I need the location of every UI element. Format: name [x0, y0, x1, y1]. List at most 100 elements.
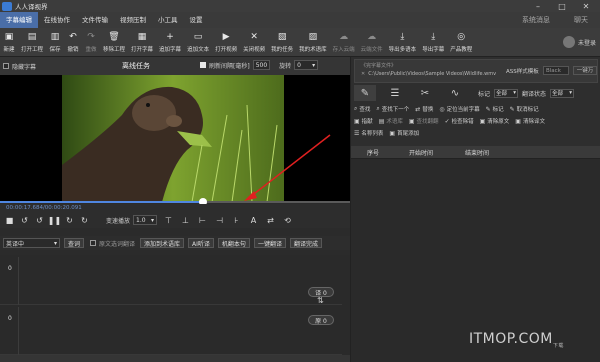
rotate-select[interactable]: 0 ▾	[294, 60, 319, 70]
speed-select[interactable]: 1.0 ▾	[133, 215, 158, 225]
tutorial-button[interactable]: ◎ 产品教程	[450, 28, 472, 56]
original-select-checkbox[interactable]	[90, 240, 97, 246]
op-button[interactable]: ✎ 标记	[486, 105, 504, 114]
maximize-button[interactable]: □	[550, 0, 574, 12]
video-player[interactable]	[0, 75, 350, 202]
edit-icon[interactable]: ✎	[354, 85, 376, 101]
op-button[interactable]: ☰ 名称列表	[354, 129, 383, 138]
hide-subtitles-checkbox[interactable]	[3, 63, 9, 69]
font-size-icon[interactable]: A	[248, 215, 259, 226]
forward-step-icon[interactable]: ↻	[64, 215, 75, 226]
menu-online-collab[interactable]: 在线协作	[38, 12, 76, 28]
op-button[interactable]: ⌕ 查找下一个	[376, 105, 409, 113]
op-button[interactable]: ▣ 清除译文	[515, 117, 545, 126]
op-button[interactable]: ▤ 术语库	[379, 117, 403, 126]
translate-done-button[interactable]: 翻译完成	[289, 238, 322, 248]
open-video-button[interactable]: ▶ 打开视频	[215, 28, 237, 56]
export-multilang-button[interactable]: ⤓ 导出多语本	[389, 28, 417, 56]
panel-tabs: ✎ ☰ ✂ ∿ 标记 全部 ▾ 翻译状态 全部 ▾	[354, 85, 598, 101]
add-glossary-button[interactable]: 添加到术语库	[140, 238, 185, 248]
back-step-icon[interactable]: ↺	[34, 215, 45, 226]
close-video-button[interactable]: ✕ 关闭视频	[243, 28, 265, 56]
cloud-files-button[interactable]: ☁ 云端文件	[361, 28, 383, 56]
login-area[interactable]: 未登录	[562, 36, 596, 48]
op-button[interactable]: ✓ 检查除错	[445, 117, 474, 126]
new-file-button[interactable]: ▣ 新建	[3, 28, 15, 56]
style-apply-button[interactable]: 一键万	[573, 66, 597, 75]
fast-forward-icon[interactable]: ↻	[79, 215, 90, 226]
toolbar-label: 存入云端	[332, 47, 355, 53]
menu-file-transfer[interactable]: 文件传输	[76, 12, 114, 28]
query-button[interactable]: 查词	[64, 238, 85, 248]
tasks-button[interactable]: ▧ 我的任务	[271, 28, 293, 56]
op-label: 查找翻翻	[416, 119, 439, 125]
one-click-translate-button[interactable]: 一键翻译	[253, 238, 286, 248]
watermark: ITMOP.COM下载	[469, 331, 564, 349]
chevron-down-icon: ▾	[569, 90, 573, 96]
chat-button[interactable]: 聊天	[562, 12, 600, 28]
op-icon: ▣	[408, 117, 415, 125]
pause-icon[interactable]: ❚❚	[48, 215, 61, 226]
translation-row[interactable]: 0 译 0	[0, 257, 342, 305]
subtitle-list-panel: 《完字幕文件》 ✕ C:\Users\Public\Videos\Sample V…	[350, 57, 600, 362]
split-icon[interactable]: ⊤	[163, 215, 174, 226]
language-select[interactable]: 英译中 ▾	[3, 238, 60, 248]
refresh-checkbox[interactable]	[200, 62, 206, 68]
row-gutter	[18, 307, 19, 355]
swap-icon[interactable]: ⇄	[265, 215, 276, 226]
rewind-icon[interactable]: ↺	[19, 215, 30, 226]
machine-translate-button[interactable]: 机翻本句	[217, 238, 250, 248]
tools-icon[interactable]: ✂	[414, 85, 436, 101]
open-subtitle-button[interactable]: ▦ 打开字幕	[131, 28, 153, 56]
ai-translate-button[interactable]: AI听译	[188, 238, 214, 248]
op-button[interactable]: ▣ 指献	[354, 117, 373, 126]
chevron-down-icon: ▾	[151, 216, 155, 224]
glossary-button[interactable]: ▨ 我的术语库	[299, 28, 327, 56]
stop-icon[interactable]: ■	[4, 215, 15, 226]
op-button[interactable]: ▣ 首尾添加	[389, 129, 419, 138]
original-badge[interactable]: 原 0	[308, 315, 334, 325]
trash-button[interactable]: 🗑 移除工程	[103, 28, 125, 56]
op-button[interactable]: ✎ 取消标记	[510, 105, 539, 114]
avatar[interactable]	[562, 36, 575, 48]
refresh-interval-input[interactable]: 500	[252, 60, 271, 70]
toolbar-label: 打开工程	[21, 47, 44, 53]
close-file-icon[interactable]: ✕	[361, 71, 365, 77]
align-icon[interactable]: ⊢	[197, 215, 208, 226]
list-icon[interactable]: ☰	[384, 85, 406, 101]
op-button[interactable]: ⌕ 查找	[354, 105, 370, 113]
op-button[interactable]: ▣ 清除原文	[480, 117, 510, 126]
mark-end-icon[interactable]: ⊦	[231, 215, 242, 226]
original-row[interactable]: 0 原 0	[0, 307, 342, 355]
menu-video-compress[interactable]: 视频压制	[114, 12, 152, 28]
save-button[interactable]: ▥ 保存	[49, 28, 61, 56]
swap-icon[interactable]: ⇅	[317, 296, 324, 305]
operations-row: ▣ 指献 ▤ 术语库 ▣ 查找翻翻 ✓ 检查除错 ▣ 清除原文 ▣ 清除译文	[354, 115, 600, 127]
close-button[interactable]: ✕	[574, 0, 598, 12]
open-project-button[interactable]: ▤ 打开工程	[21, 28, 43, 56]
op-button[interactable]: ⇄ 替换	[415, 105, 433, 114]
minimize-button[interactable]: –	[526, 0, 550, 12]
close-video-icon: ✕	[250, 32, 258, 42]
export-subtitle-button[interactable]: ⤓ 导出字幕	[422, 28, 444, 56]
plus-button[interactable]: + 追加字幕	[159, 28, 181, 56]
style-template-select[interactable]: Black	[543, 66, 569, 75]
menu-subtitle-edit[interactable]: 字幕编辑	[0, 12, 38, 28]
op-button[interactable]: ▣ 查找翻翻	[408, 117, 439, 126]
bottom-status-strip	[0, 355, 350, 362]
add-text-button[interactable]: ▭ 追加文本	[187, 28, 209, 56]
op-button[interactable]: ◎ 定位当前字幕	[439, 105, 479, 114]
system-messages-button[interactable]: 系统消息	[510, 12, 562, 28]
undo-button[interactable]: ↶ 撤销	[67, 28, 79, 56]
loop-icon[interactable]: ⟲	[282, 215, 293, 226]
translate-status-select[interactable]: 全部 ▾	[550, 88, 575, 98]
menu-settings[interactable]: 设置	[184, 12, 209, 28]
redo-button[interactable]: ↷ 重做	[85, 28, 97, 56]
chart-icon[interactable]: ∿	[444, 85, 466, 101]
col-index: 序号	[367, 149, 380, 157]
mark-filter-select[interactable]: 全部 ▾	[494, 88, 519, 98]
cloud-upload-button[interactable]: ☁ 存入云端	[333, 28, 355, 56]
merge-icon[interactable]: ⊥	[180, 215, 191, 226]
menu-tools[interactable]: 小工具	[152, 12, 184, 28]
mark-start-icon[interactable]: ⊣	[214, 215, 225, 226]
